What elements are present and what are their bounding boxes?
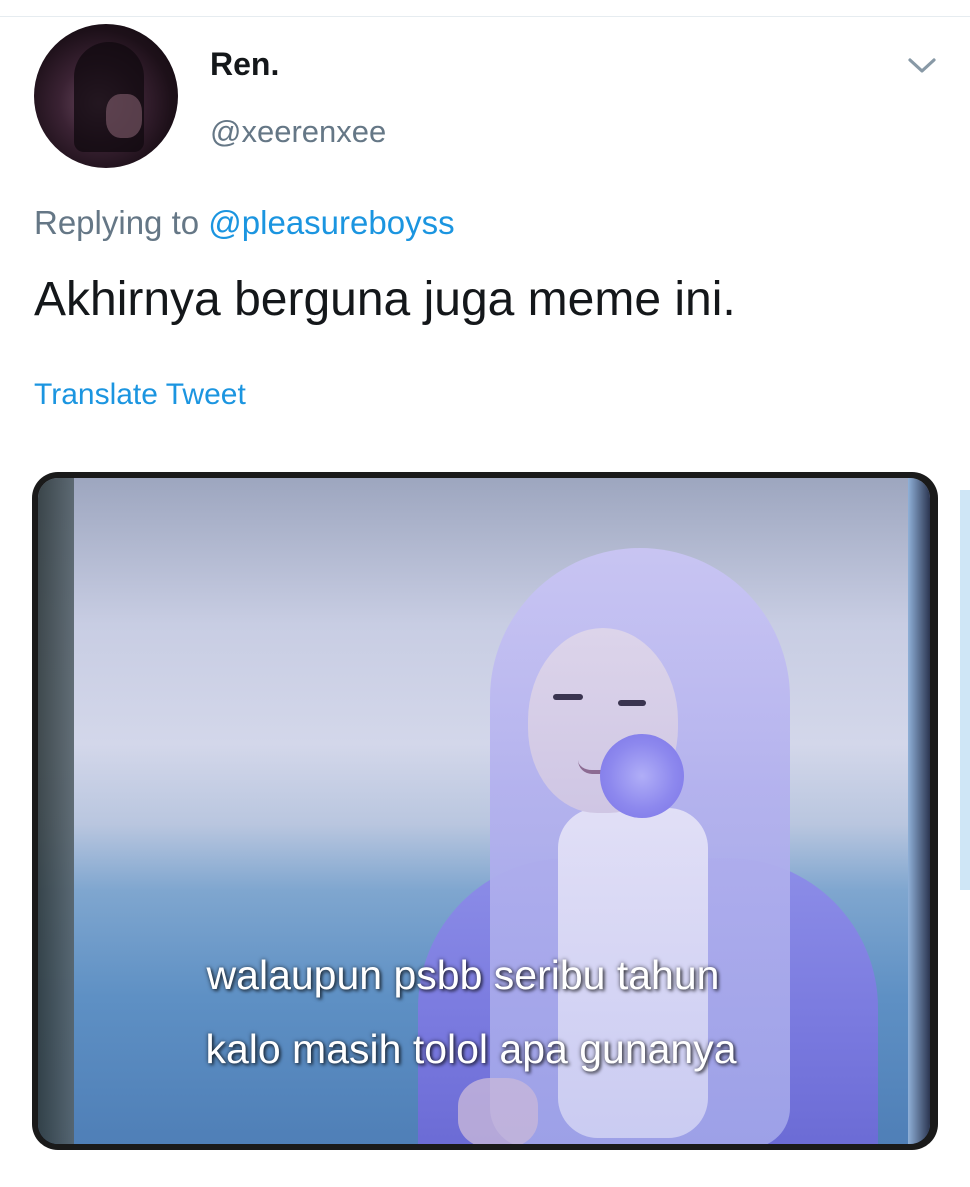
scroll-indicator[interactable] bbox=[960, 490, 970, 890]
avatar-hand bbox=[106, 94, 142, 138]
display-name[interactable]: Ren. bbox=[210, 46, 279, 83]
user-handle[interactable]: @xeerenxee bbox=[210, 114, 386, 150]
image-flower-brooch bbox=[600, 734, 684, 818]
translate-tweet-link[interactable]: Translate Tweet bbox=[34, 378, 246, 412]
chevron-down-icon[interactable] bbox=[902, 50, 942, 80]
tweet-text: Akhirnya berguna juga meme ini. bbox=[34, 273, 736, 326]
meme-image: walaupun psbb seribu tahun kalo masih to… bbox=[38, 478, 930, 1144]
reply-mention-link[interactable]: @pleasureboyss bbox=[208, 204, 454, 241]
top-divider bbox=[0, 16, 970, 17]
image-figure-hand bbox=[458, 1078, 538, 1144]
meme-caption-line-1: walaupun psbb seribu tahun bbox=[206, 952, 720, 998]
avatar[interactable] bbox=[34, 24, 178, 168]
meme-caption-line-2: kalo masih tolol apa gunanya bbox=[205, 1026, 737, 1072]
reply-context: Replying to @pleasureboyss bbox=[34, 204, 455, 242]
image-figure-eye-right bbox=[618, 700, 646, 706]
image-figure-eye-left bbox=[553, 694, 583, 700]
tweet-media[interactable]: walaupun psbb seribu tahun kalo masih to… bbox=[32, 472, 938, 1150]
reply-prefix: Replying to bbox=[34, 204, 200, 241]
